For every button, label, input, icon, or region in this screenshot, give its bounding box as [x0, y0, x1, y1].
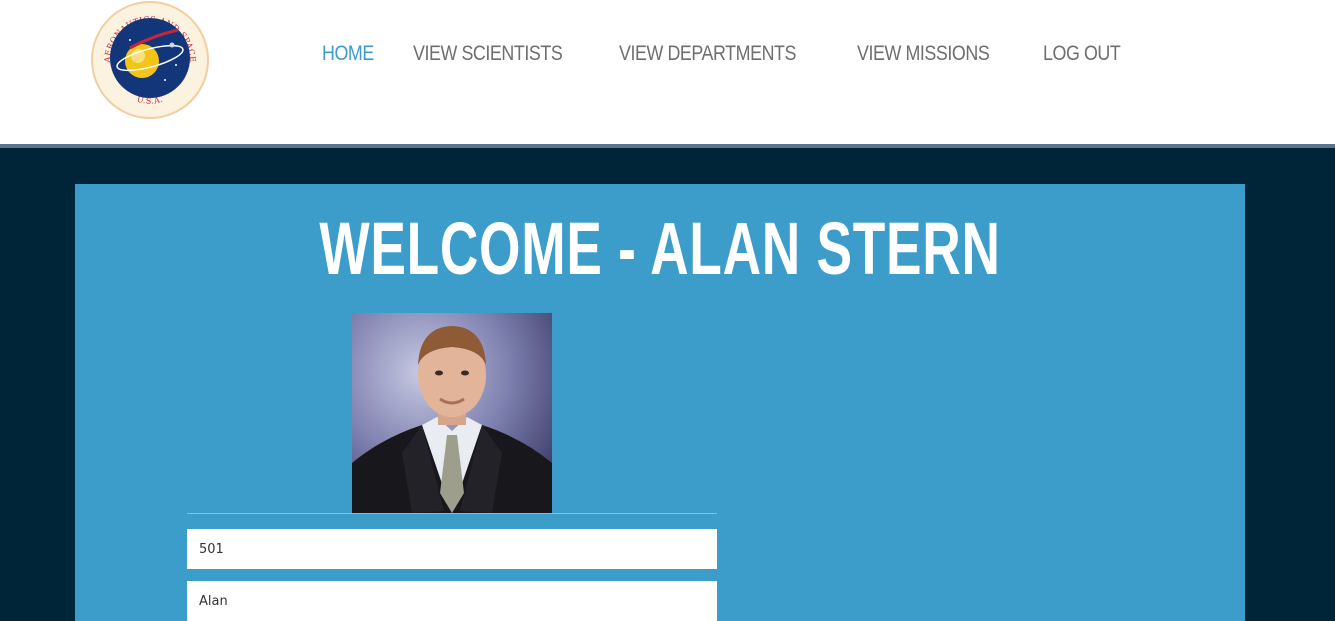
- nav-view-departments[interactable]: VIEW DEPARTMENTS: [619, 42, 796, 66]
- nav-view-scientists[interactable]: VIEW SCIENTISTS: [413, 42, 563, 66]
- welcome-title: WELCOME - ALAN STERN: [319, 207, 1001, 290]
- header-divider: [0, 144, 1335, 148]
- main-nav: HOME VIEW SCIENTISTS VIEW DEPARTMENTS VI…: [322, 42, 1134, 66]
- scientist-id-field[interactable]: [187, 529, 717, 569]
- nasa-seal-icon: AERONAUTICS AND SPACE U.S.A.: [91, 1, 209, 119]
- nav-home[interactable]: HOME: [322, 42, 374, 66]
- site-header: AERONAUTICS AND SPACE U.S.A. HOME VIEW S…: [0, 0, 1335, 144]
- nav-log-out[interactable]: LOG OUT: [1043, 42, 1121, 66]
- section-divider: [187, 513, 717, 514]
- nav-view-missions[interactable]: VIEW MISSIONS: [857, 42, 990, 66]
- profile-photo: [352, 313, 552, 513]
- content-panel: WELCOME - ALAN STERN: [75, 184, 1245, 621]
- scientist-portrait-icon: [352, 313, 552, 513]
- first-name-field[interactable]: [187, 581, 717, 621]
- nasa-seal-logo[interactable]: AERONAUTICS AND SPACE U.S.A.: [90, 0, 210, 120]
